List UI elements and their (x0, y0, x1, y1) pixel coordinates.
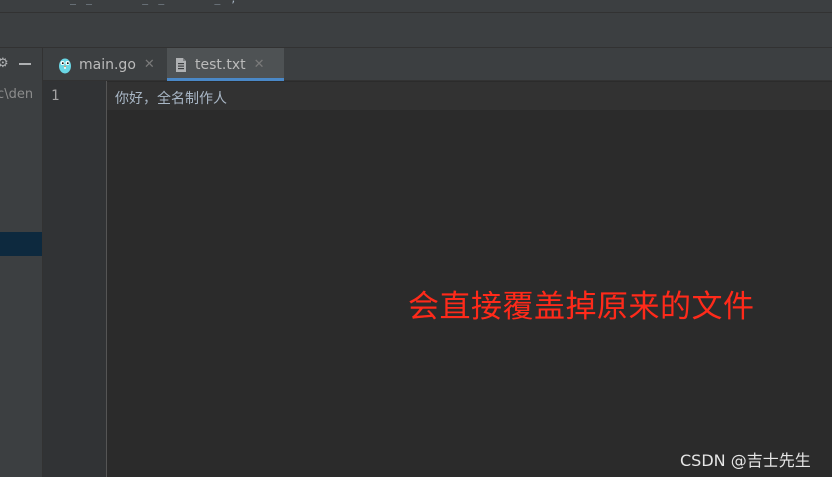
close-icon[interactable]: ✕ (144, 58, 155, 71)
tab-label: main.go (79, 56, 136, 73)
tab-main-go[interactable]: main.go ✕ (51, 48, 167, 81)
minimize-icon[interactable] (16, 57, 34, 71)
annotation-text: 会直接覆盖掉原来的文件 (408, 289, 755, 325)
project-panel: ⚙ rc\den (0, 48, 43, 477)
tab-label: test.txt (195, 56, 246, 73)
project-tree-selected-row[interactable] (0, 232, 42, 256)
watermark: CSDN @吉士先生 (680, 451, 811, 470)
line-number: 1 (51, 88, 60, 104)
editor-tab-bar: main.go ✕ test.txt ✕ (43, 48, 832, 81)
menu-bar-clipped-items: _ _ _ _ _ , (70, 0, 238, 5)
menu-bar: _ _ _ _ _ , (0, 0, 832, 12)
editor-area[interactable]: 你好，全名制作人 (107, 81, 832, 477)
gopher-icon (57, 56, 73, 74)
settings-icon[interactable]: ⚙ (0, 56, 9, 72)
close-icon[interactable]: ✕ (254, 58, 265, 71)
code-line[interactable]: 你好，全名制作人 (115, 88, 227, 108)
text-file-icon (173, 56, 189, 74)
tab-test-txt[interactable]: test.txt ✕ (167, 48, 284, 81)
project-panel-header: ⚙ (0, 48, 43, 81)
project-path: rc\den (0, 87, 34, 102)
line-number-gutter: 1 (43, 81, 107, 477)
toolbar (0, 12, 832, 48)
